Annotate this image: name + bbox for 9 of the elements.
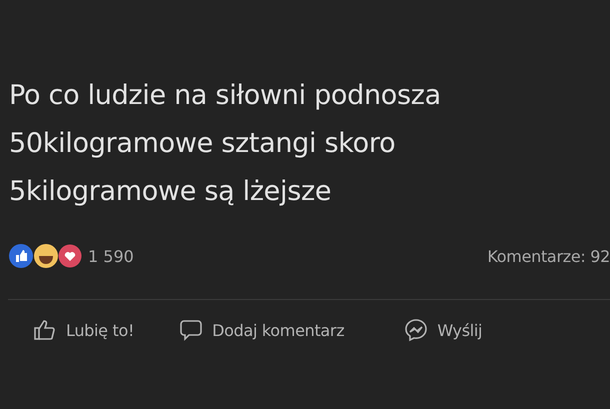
messenger-icon [404,318,428,342]
send-button[interactable]: Wyślij [404,318,482,342]
speech-bubble-icon [179,318,204,342]
thumbs-up-icon [33,318,57,342]
comment-count[interactable]: Komentarze: 92 [487,246,610,266]
post-text: Po co ludzie na siłowni podnosza 50kilogramowe sztangi skoro 5kilogramowe są lżejsze [8,79,442,209]
reaction-count[interactable]: 1 590 [88,246,134,266]
like-button[interactable]: Lubię to! [33,318,134,342]
comment-button[interactable]: Dodaj komentarz [179,318,344,342]
